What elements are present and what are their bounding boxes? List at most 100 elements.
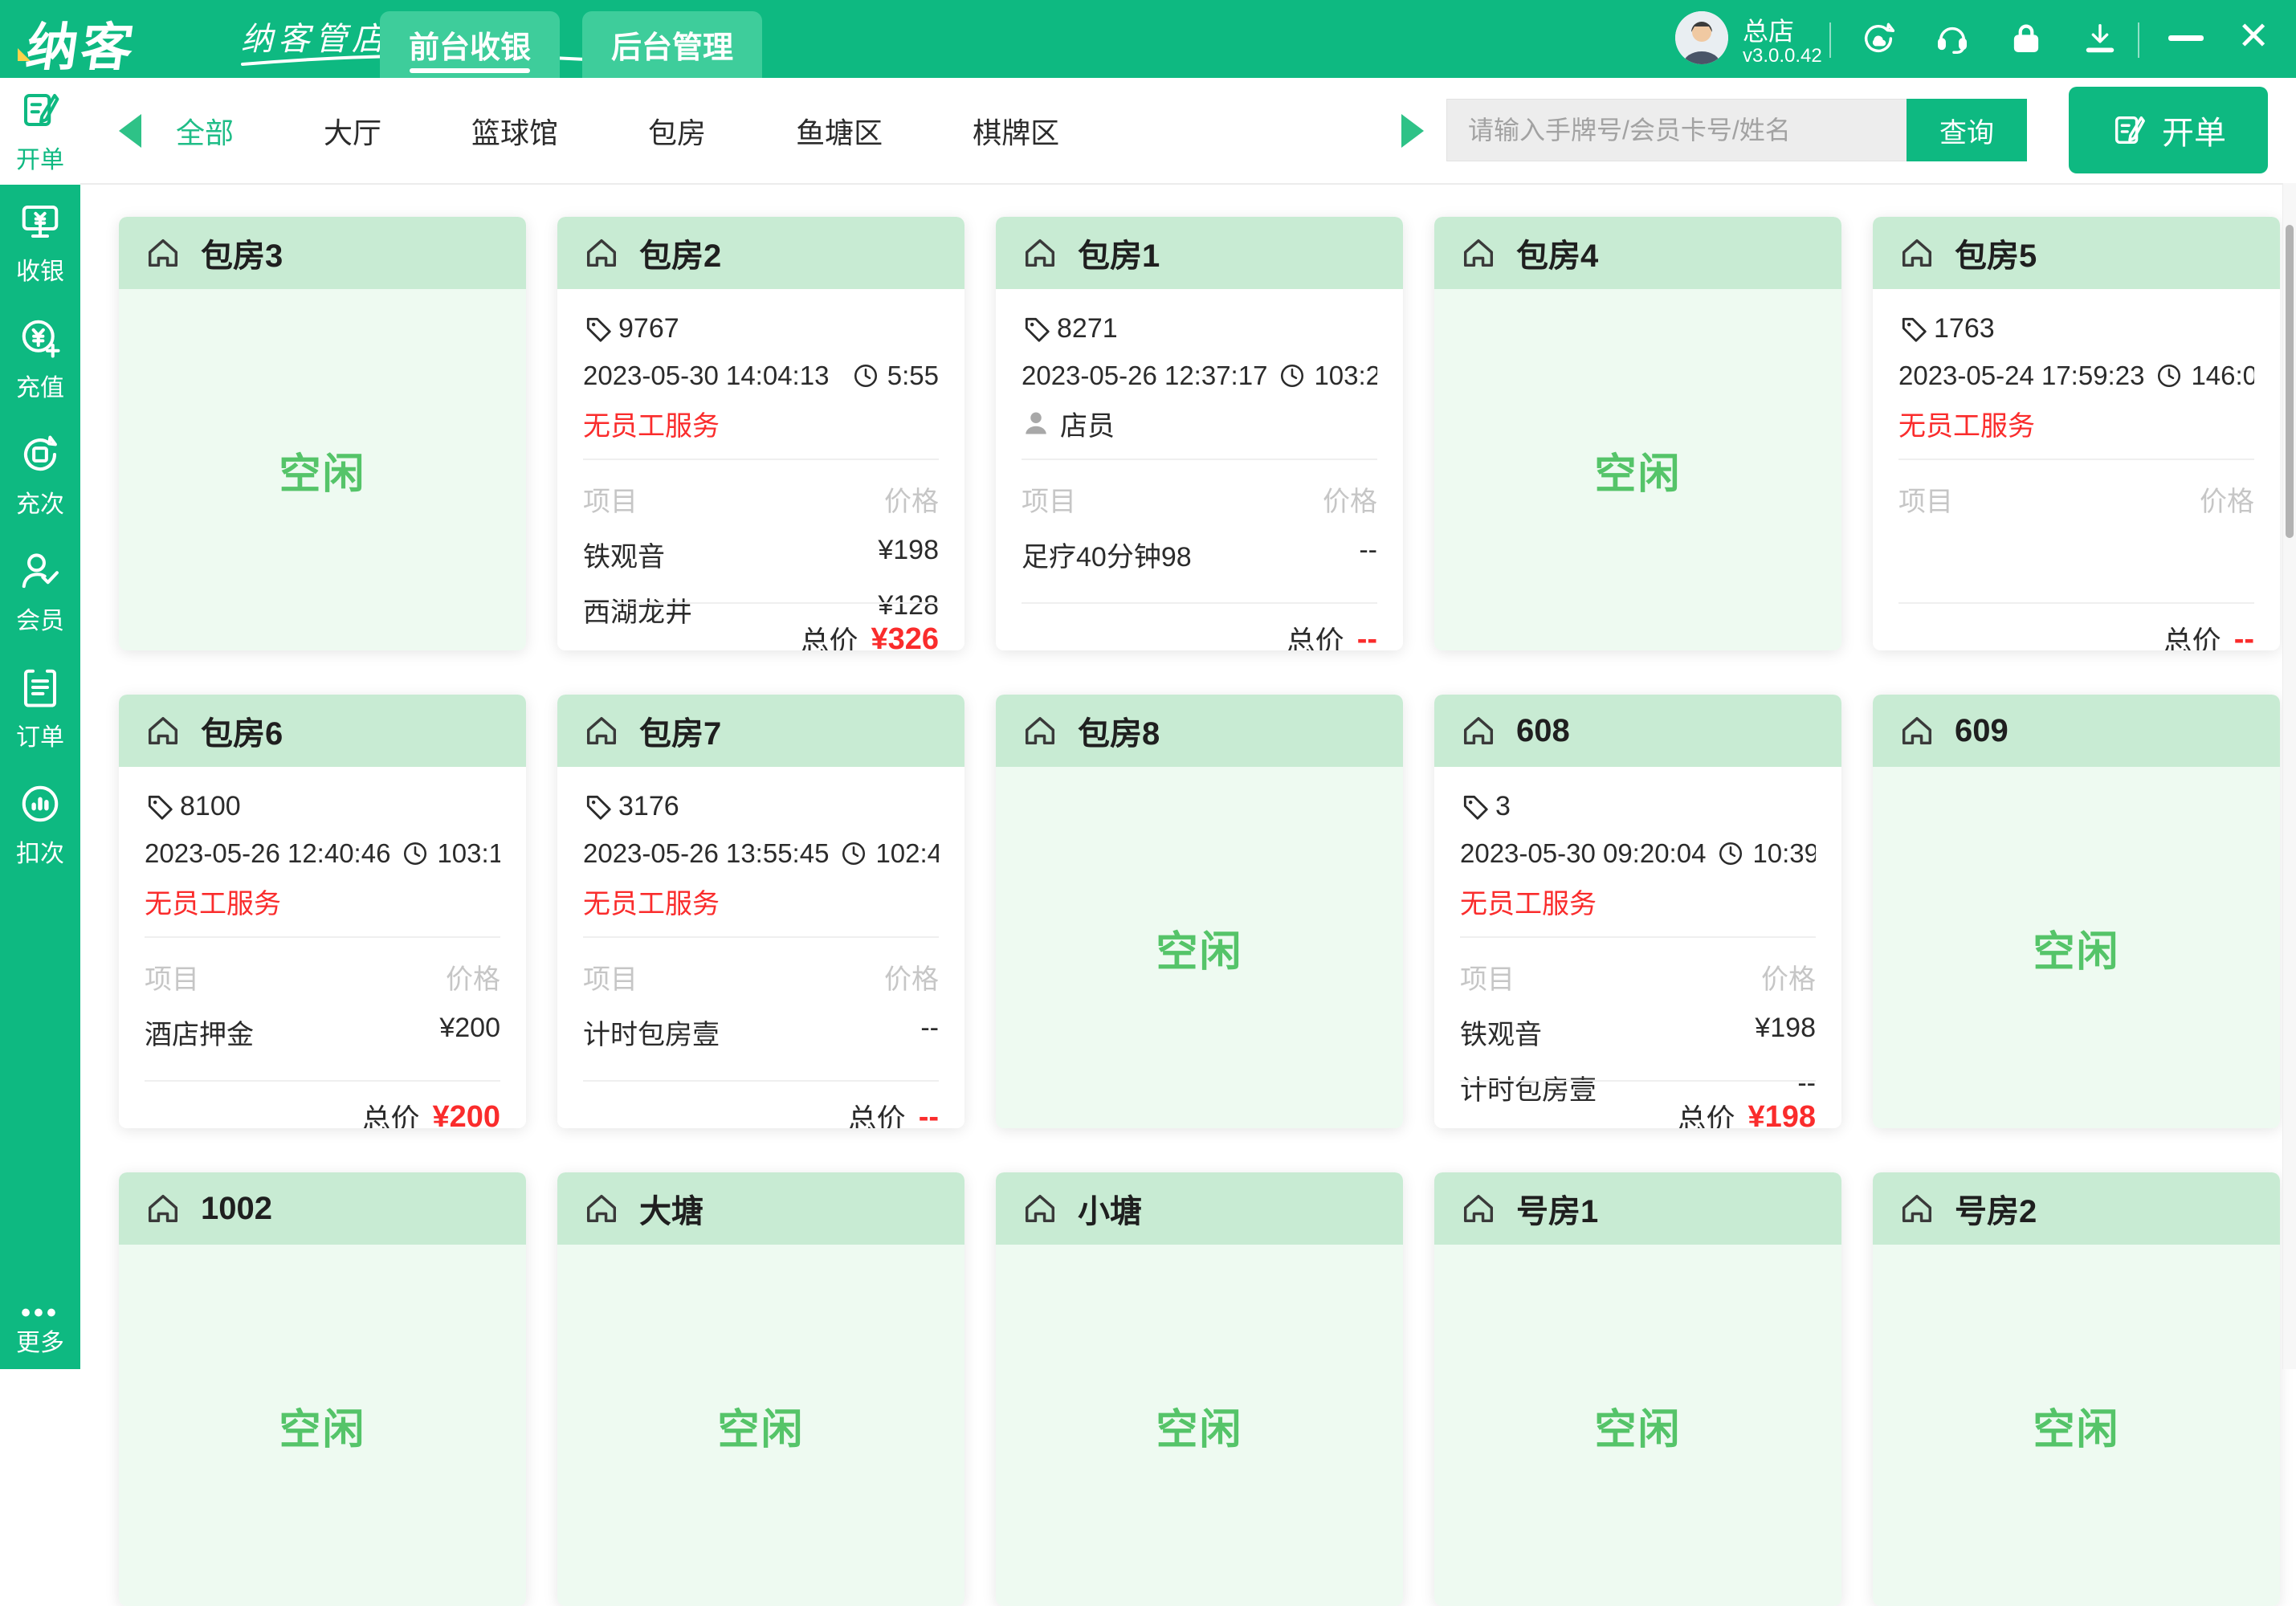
sidebar-item-recharge[interactable]: 充值	[0, 301, 80, 418]
clock-icon	[2155, 362, 2183, 389]
filter-bar: 全部 大厅 篮球馆 包房 鱼塘区 棋牌区 查询 开单	[80, 78, 2296, 185]
room-card-body: 空闲	[1873, 1245, 2280, 1606]
idle-status-label: 空闲	[279, 440, 365, 500]
idle-status-label: 空闲	[2033, 1396, 2119, 1456]
elapsed-time-wrap: 10:39	[1717, 838, 1816, 869]
items-header-row: 项目价格	[583, 957, 939, 997]
divider	[1460, 936, 1816, 938]
room-card[interactable]: 1002空闲	[119, 1172, 526, 1606]
app-version: v3.0.0.42	[1743, 45, 1822, 67]
hand-tag-row: 3176	[583, 791, 939, 822]
sidebar-item-deduct[interactable]: 扣次	[0, 767, 80, 883]
item-price: ¥198	[878, 535, 939, 574]
sidebar-item-more[interactable]: ••• 更多	[0, 1305, 80, 1358]
elapsed-time-wrap: 103:22	[1279, 361, 1377, 391]
room-card[interactable]: 包房681002023-05-26 12:40:46103:19无员工服务项目价…	[119, 695, 526, 1128]
tab-label: 前台收银	[409, 22, 531, 67]
tab-backend-admin[interactable]: 后台管理	[582, 11, 762, 78]
app-window: 纳客 纳客管店更轻松 前台收银后台管理 总店 v3.0.0.42 ✕ 开单收银充…	[0, 0, 2296, 1369]
close-button[interactable]: ✕	[2237, 13, 2269, 61]
elapsed-time: 146:0	[2191, 361, 2254, 391]
area-category[interactable]: 包房	[648, 110, 706, 152]
tab-front-cashier[interactable]: 前台收银	[380, 11, 560, 78]
room-card-body: 空闲	[119, 1245, 526, 1606]
time-row: 2023-05-24 17:59:23146:0	[1898, 361, 2254, 391]
avatar[interactable]	[1675, 11, 1728, 64]
home-icon	[145, 234, 181, 271]
home-icon	[1460, 234, 1497, 271]
room-card[interactable]: 包房517632023-05-24 17:59:23146:0无员工服务项目价格…	[1873, 217, 2280, 650]
area-category[interactable]: 鱼塘区	[796, 110, 883, 152]
room-card[interactable]: 号房2空闲	[1873, 1172, 2280, 1606]
sidebar-item-label: 会员	[16, 601, 64, 636]
room-card[interactable]: 包房297672023-05-30 14:04:135:55无员工服务项目价格铁…	[557, 217, 964, 650]
card-footer: 总价--	[583, 1080, 939, 1128]
room-card[interactable]: 包房8空闲	[996, 695, 1403, 1128]
time-row: 2023-05-26 12:40:46103:19	[145, 838, 500, 869]
scrollbar[interactable]	[2282, 183, 2296, 1369]
time-row: 2023-05-30 09:20:0410:39	[1460, 838, 1816, 869]
hand-tag-number: 1763	[1934, 313, 1995, 344]
start-time: 2023-05-26 12:37:17	[1022, 361, 1267, 391]
search-button[interactable]: 查询	[1907, 99, 2027, 161]
total-value: ¥326	[871, 622, 939, 651]
room-card[interactable]: 包房182712023-05-26 12:37:17103:22店员项目价格足疗…	[996, 217, 1403, 650]
room-card[interactable]: 609空闲	[1873, 695, 2280, 1128]
price-column-label: 价格	[2200, 479, 2254, 519]
home-icon	[1022, 234, 1058, 271]
price-column-label: 价格	[1761, 957, 1816, 997]
room-card-header: 包房7	[557, 695, 964, 767]
time-row: 2023-05-26 13:55:45102:4	[583, 838, 939, 869]
item-row: 铁观音¥198	[583, 535, 939, 574]
idle-status-label: 空闲	[279, 1396, 365, 1456]
sync-icon[interactable]	[1860, 20, 1897, 57]
no-staff-label: 无员工服务	[1898, 406, 2254, 441]
sidebar-item-invoice[interactable]: 开单	[0, 78, 80, 185]
scroll-right-icon[interactable]	[1401, 114, 1424, 148]
time-row: 2023-05-30 14:04:135:55	[583, 361, 939, 391]
sidebar-item-member[interactable]: 会员	[0, 534, 80, 650]
item-column-label: 项目	[145, 957, 199, 997]
hand-tag-number: 3176	[618, 791, 679, 822]
hand-tag-row: 8100	[145, 791, 500, 822]
invoice-icon	[2110, 112, 2147, 149]
sidebar-item-cashier[interactable]: 收银	[0, 185, 80, 301]
area-category[interactable]: 篮球馆	[471, 110, 558, 152]
room-card[interactable]: 小塘空闲	[996, 1172, 1403, 1606]
home-icon	[1022, 1190, 1058, 1227]
room-name: 包房3	[201, 230, 283, 276]
area-category[interactable]: 大厅	[324, 110, 381, 152]
hand-tag-number: 9767	[618, 313, 679, 344]
sidebar-item-label: 收银	[16, 251, 64, 287]
room-card[interactable]: 包房3 空闲	[119, 217, 526, 650]
sidebar-item-label: 扣次	[16, 834, 64, 869]
total-label: 总价	[361, 1096, 419, 1128]
area-category[interactable]: 全部	[176, 110, 234, 152]
room-name: 包房2	[639, 230, 721, 276]
room-card[interactable]: 包房4空闲	[1434, 217, 1841, 650]
minimize-button[interactable]	[2168, 35, 2204, 41]
room-card[interactable]: 号房1空闲	[1434, 1172, 1841, 1606]
support-icon[interactable]	[1934, 20, 1971, 57]
area-category[interactable]: 棋牌区	[973, 110, 1059, 152]
area-category-list: 全部 大厅 篮球馆 包房 鱼塘区 棋牌区	[176, 78, 1059, 183]
scrollbar-thumb[interactable]	[2286, 225, 2294, 538]
sidebar-item-times[interactable]: 充次	[0, 418, 80, 534]
lock-icon[interactable]	[2008, 20, 2045, 57]
hand-tag-number: 8271	[1057, 313, 1118, 344]
room-card[interactable]: 包房731762023-05-26 13:55:45102:4无员工服务项目价格…	[557, 695, 964, 1128]
download-icon[interactable]	[2082, 20, 2119, 57]
hand-tag-number: 8100	[180, 791, 241, 822]
scroll-left-icon[interactable]	[119, 114, 141, 148]
price-column-label: 价格	[446, 957, 500, 997]
room-card[interactable]: 大塘空闲	[557, 1172, 964, 1606]
card-footer: 总价--	[1022, 602, 1377, 650]
open-bill-button[interactable]: 开单	[2069, 87, 2268, 173]
home-icon	[583, 234, 620, 271]
tag-icon	[583, 792, 614, 822]
search-input[interactable]	[1446, 99, 1907, 161]
total-value: ¥198	[1747, 1100, 1816, 1129]
clock-icon	[402, 840, 429, 867]
sidebar-item-order[interactable]: 订单	[0, 650, 80, 767]
room-card[interactable]: 60832023-05-30 09:20:0410:39无员工服务项目价格铁观音…	[1434, 695, 1841, 1128]
